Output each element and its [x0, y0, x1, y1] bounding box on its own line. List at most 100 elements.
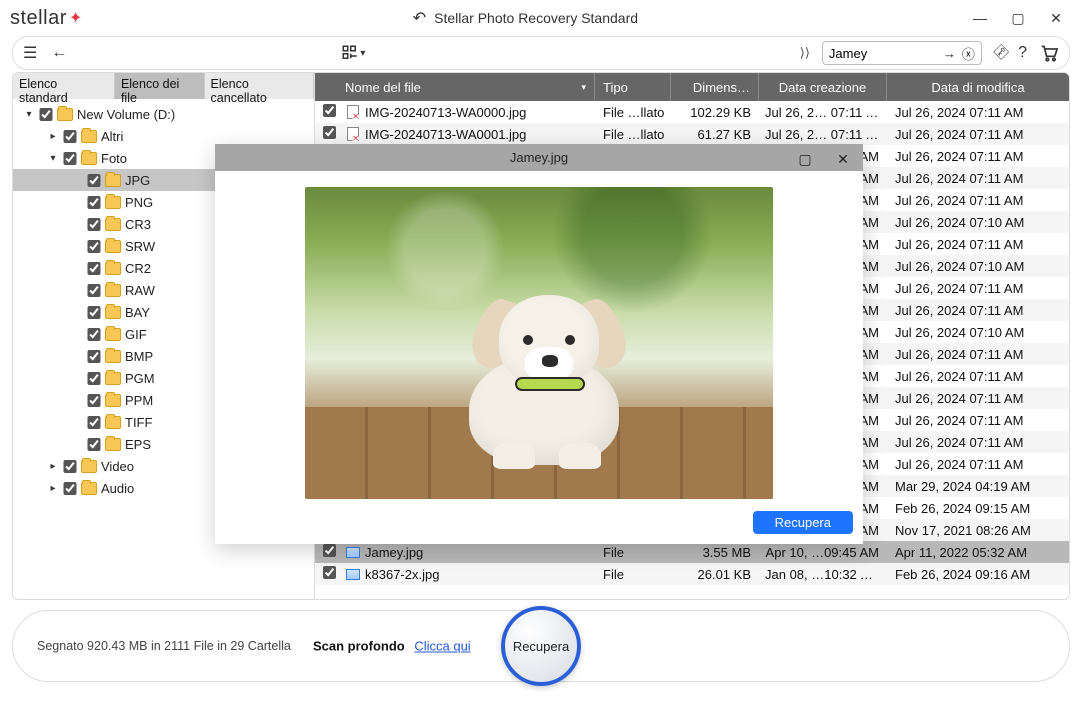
cell-date-modified: Jul 26, 2024 07:11 AM [887, 127, 1069, 142]
cell-type: File …llato [595, 127, 671, 142]
back-icon[interactable]: ← [51, 44, 67, 62]
sort-icon: ▾ [581, 82, 586, 93]
cell-date-modified: Jul 26, 2024 07:11 AM [887, 105, 1069, 120]
cell-date-modified: Jul 26, 2024 07:11 AM [887, 149, 1069, 164]
toolbar: ☰ ← ▾ ⟩⟩ → ⓧ ⚿ ? [12, 36, 1070, 70]
cell-date-modified: Jul 26, 2024 07:11 AM [887, 281, 1069, 296]
cell-type: File [595, 545, 671, 560]
cart-icon[interactable] [1039, 44, 1059, 62]
preview-window: Jamey.jpg ▢ ✕ Recupera [215, 144, 863, 544]
cell-type: File [595, 567, 671, 582]
cell-name: k8367-2x.jpg [363, 567, 595, 582]
window-title: ↶ Stellar Photo Recovery Standard [83, 8, 968, 28]
row-checkbox[interactable] [323, 566, 336, 579]
cell-date-modified: Jul 26, 2024 07:11 AM [887, 237, 1069, 252]
menu-icon[interactable]: ☰ [23, 43, 37, 63]
deleted-file-icon [347, 127, 359, 141]
tree-root[interactable]: ▾ New Volume (D:) [13, 103, 314, 125]
search-input[interactable] [829, 46, 937, 61]
folder-icon [105, 372, 121, 385]
tree-label: New Volume (D:) [77, 107, 175, 122]
recover-button[interactable]: Recupera [501, 606, 581, 686]
col-size[interactable]: Dimens… [671, 73, 759, 101]
folder-icon [105, 350, 121, 363]
cell-date-created: Jul 26, 2… 07:11 AM [759, 105, 887, 120]
cell-size: 3.55 MB [671, 545, 759, 560]
cell-date-modified: Jul 26, 2024 07:10 AM [887, 259, 1069, 274]
folder-icon [105, 196, 121, 209]
file-row[interactable]: IMG-20240713-WA0000.jpgFile …llato102.29… [315, 101, 1069, 123]
status-text: Segnato 920.43 MB in 2111 File in 29 Car… [37, 639, 291, 653]
file-row[interactable]: Jamey.jpgFile3.55 MBApr 10, …09:45 AMApr… [315, 541, 1069, 563]
cell-date-modified: Apr 11, 2022 05:32 AM [887, 545, 1069, 560]
cell-date-created: Jan 08, …10:32 AM [759, 567, 887, 582]
preview-close-button[interactable]: ✕ [827, 148, 859, 170]
folder-icon [105, 174, 121, 187]
file-row[interactable]: IMG-20240713-WA0001.jpgFile …llato61.27 … [315, 123, 1069, 145]
folder-icon [81, 152, 97, 165]
file-row[interactable]: k8367-2x.jpgFile26.01 KBJan 08, …10:32 A… [315, 563, 1069, 585]
minimize-button[interactable]: — [968, 6, 992, 30]
star-icon: ✦ [69, 8, 83, 28]
key-icon[interactable]: ⚿ [989, 42, 1010, 63]
drive-icon [57, 108, 73, 121]
image-file-icon [346, 547, 360, 558]
cell-size: 26.01 KB [671, 567, 759, 582]
folder-icon [105, 394, 121, 407]
deep-scan-link[interactable]: Clicca qui [414, 639, 470, 654]
tree-checkbox[interactable] [39, 108, 53, 121]
preview-image [305, 187, 773, 499]
col-date-created[interactable]: Data creazione [759, 73, 887, 101]
cell-date-modified: Mar 29, 2024 04:19 AM [887, 479, 1069, 494]
cell-date-created: Apr 10, …09:45 AM [759, 545, 887, 560]
cell-date-modified: Jul 26, 2024 07:11 AM [887, 457, 1069, 472]
preview-maximize-button[interactable]: ▢ [789, 148, 821, 170]
tab-files[interactable]: Elenco dei file [115, 73, 205, 99]
image-file-icon [346, 569, 360, 580]
search-clear-icon[interactable]: ⓧ [962, 44, 975, 63]
preview-body [215, 171, 863, 507]
search-go-icon[interactable]: → [943, 46, 956, 61]
folder-icon [105, 284, 121, 297]
close-button[interactable]: ✕ [1044, 6, 1068, 30]
cell-date-modified: Jul 26, 2024 07:11 AM [887, 435, 1069, 450]
preview-titlebar[interactable]: Jamey.jpg ▢ ✕ [215, 144, 863, 171]
cell-date-created: Jul 26, 2… 07:11 AM [759, 127, 887, 142]
folder-icon [105, 416, 121, 429]
more-icon[interactable]: ⟩⟩ [800, 45, 810, 61]
help-icon[interactable]: ? [1018, 44, 1027, 62]
folder-icon [105, 240, 121, 253]
folder-icon [81, 482, 97, 495]
preview-title: Jamey.jpg [510, 150, 568, 165]
cell-date-modified: Feb 26, 2024 09:15 AM [887, 501, 1069, 516]
tab-deleted[interactable]: Elenco cancellato [205, 73, 314, 99]
cell-date-modified: Feb 26, 2024 09:16 AM [887, 567, 1069, 582]
folder-icon [105, 328, 121, 341]
col-date-modified[interactable]: Data di modifica [887, 73, 1069, 101]
cell-date-modified: Jul 26, 2024 07:11 AM [887, 193, 1069, 208]
cell-name: Jamey.jpg [363, 545, 595, 560]
undo-icon[interactable]: ↶ [413, 8, 426, 28]
preview-recover-button[interactable]: Recupera [753, 511, 853, 534]
row-checkbox[interactable] [323, 544, 336, 557]
search-box[interactable]: → ⓧ [822, 41, 982, 65]
cell-type: File …llato [595, 105, 671, 120]
folder-icon [81, 130, 97, 143]
folder-icon [105, 218, 121, 231]
cell-date-modified: Jul 26, 2024 07:11 AM [887, 303, 1069, 318]
cell-size: 61.27 KB [671, 127, 759, 142]
tab-standard[interactable]: Elenco standard [13, 73, 115, 99]
col-type[interactable]: Tipo [595, 73, 671, 101]
deleted-file-icon [347, 105, 359, 119]
row-checkbox[interactable] [323, 126, 336, 139]
cell-date-modified: Jul 26, 2024 07:10 AM [887, 325, 1069, 340]
app-logo: stellar✦ [10, 7, 83, 30]
list-tabs: Elenco standard Elenco dei file Elenco c… [13, 73, 314, 99]
file-header: Nome del file▾ Tipo Dimens… Data creazio… [315, 73, 1069, 101]
view-grid-icon[interactable]: ▾ [341, 44, 365, 62]
deep-scan: Scan profondo Clicca qui [313, 639, 471, 654]
folder-icon [105, 438, 121, 451]
col-name[interactable]: Nome del file▾ [315, 73, 595, 101]
maximize-button[interactable]: ▢ [1006, 6, 1030, 30]
row-checkbox[interactable] [323, 104, 336, 117]
